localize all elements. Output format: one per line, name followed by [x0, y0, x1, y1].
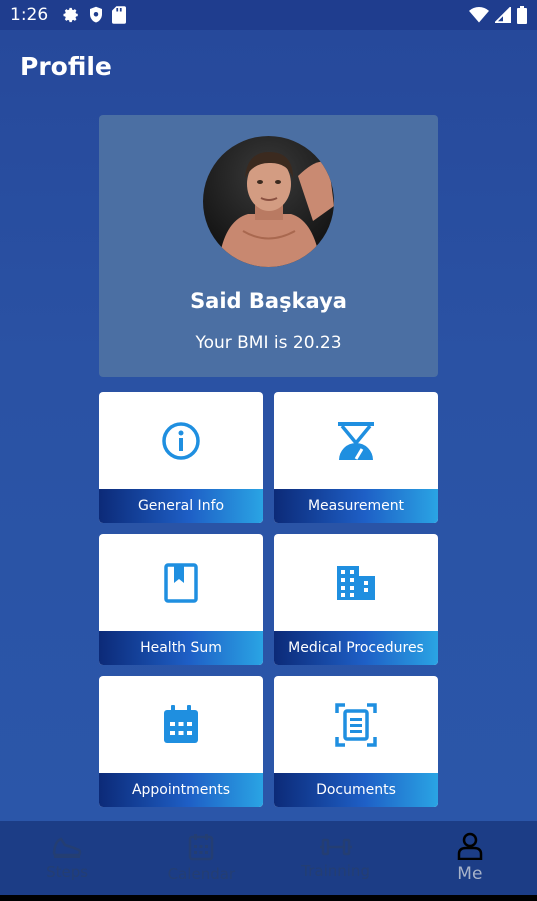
- tile-label: Medical Procedures: [274, 631, 438, 665]
- profile-name: Said Başkaya: [190, 289, 347, 313]
- nav-label: Steps: [46, 863, 89, 881]
- dumbbell-icon: [319, 838, 352, 856]
- documents-tile[interactable]: Documents: [274, 676, 438, 807]
- nav-item-me[interactable]: Me: [403, 821, 537, 895]
- person-icon: [457, 832, 483, 860]
- status-bar: 1:26: [0, 0, 537, 30]
- profile-card: Said Başkaya Your BMI is 20.23: [99, 115, 438, 377]
- scale-icon: [338, 421, 374, 460]
- calendar-icon: [164, 704, 198, 743]
- nav-label: Trainning: [301, 862, 370, 880]
- shield-icon: [90, 6, 103, 23]
- appointments-tile[interactable]: Appointments: [99, 676, 263, 807]
- building-icon: [337, 565, 375, 600]
- system-nav-bar: [0, 895, 537, 901]
- page-title: Profile: [20, 52, 112, 81]
- status-icons-right: [469, 6, 527, 24]
- avatar[interactable]: [203, 136, 334, 267]
- nav-label: Calendar: [167, 865, 236, 883]
- nav-label: Me: [457, 864, 483, 884]
- shoe-icon: [52, 837, 82, 858]
- bottom-nav: Steps Calendar Trainning Me: [0, 821, 537, 895]
- tile-label: General Info: [99, 489, 263, 523]
- gear-icon: [63, 7, 78, 23]
- tile-label: Documents: [274, 773, 438, 807]
- medical-procedures-tile[interactable]: Medical Procedures: [274, 534, 438, 665]
- sd-card-icon: [112, 6, 127, 24]
- signal-icon: [495, 7, 511, 23]
- profile-bmi: Your BMI is 20.23: [195, 333, 342, 353]
- tile-label: Health Sum: [99, 631, 263, 665]
- nav-item-calendar[interactable]: Calendar: [134, 821, 268, 895]
- health-sum-tile[interactable]: Health Sum: [99, 534, 263, 665]
- nav-item-steps[interactable]: Steps: [0, 821, 134, 895]
- general-info-tile[interactable]: General Info: [99, 392, 263, 523]
- measurement-tile[interactable]: Measurement: [274, 392, 438, 523]
- bookmark-book-icon: [164, 562, 198, 603]
- document-scan-icon: [335, 702, 377, 747]
- nav-item-trainning[interactable]: Trainning: [269, 821, 403, 895]
- status-icons-left: [62, 6, 127, 24]
- wifi-icon: [469, 7, 489, 23]
- battery-icon: [517, 6, 527, 24]
- tile-label: Measurement: [274, 489, 438, 523]
- tile-label: Appointments: [99, 773, 263, 807]
- status-time: 1:26: [10, 5, 49, 25]
- calendar-icon: [189, 834, 214, 861]
- info-icon: [162, 421, 200, 460]
